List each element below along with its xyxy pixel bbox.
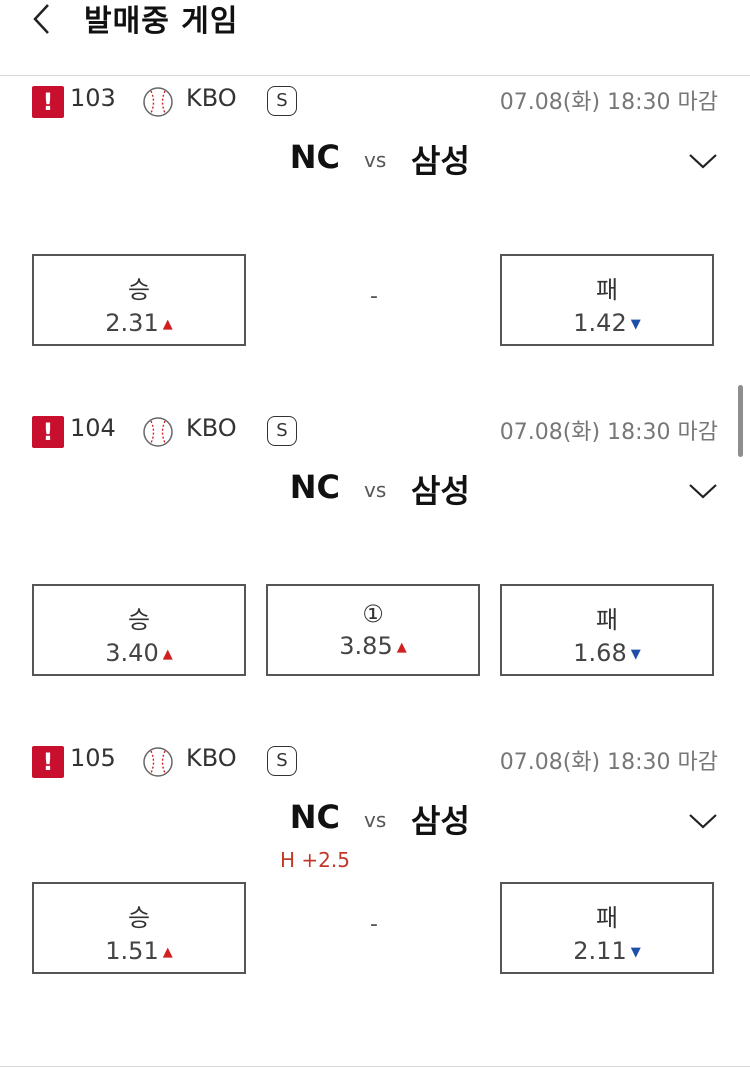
triangle-down-icon: ▼ — [630, 316, 641, 332]
triangle-up-icon: ▲ — [162, 944, 173, 960]
triangle-up-icon: ▲ — [396, 639, 407, 655]
lose-odds-row: 2.11 ▼ — [502, 937, 712, 965]
vs-label: vs — [364, 808, 387, 832]
game-number: 105 — [70, 744, 116, 772]
back-button[interactable] — [28, 2, 58, 36]
baseball-icon — [143, 417, 173, 447]
win-bet-button[interactable]: 승 1.51 ▲ — [32, 882, 246, 974]
triangle-up-icon: ▲ — [162, 316, 173, 332]
home-team: NC — [289, 138, 340, 176]
draw-bet-button[interactable]: ① 3.85 ▲ — [266, 584, 480, 676]
page-title: 발매중 게임 — [84, 4, 239, 39]
win-odds-row: 1.51 ▲ — [34, 937, 244, 965]
win-odds: 2.31 — [105, 309, 159, 337]
s-badge: S — [267, 416, 297, 446]
win-label: 승 — [127, 904, 151, 932]
s-badge: S — [267, 86, 297, 116]
lose-label: 패 — [595, 276, 619, 304]
win-odds: 1.51 — [105, 937, 159, 965]
triangle-down-icon: ▼ — [630, 646, 641, 662]
away-team: 삼성 — [411, 472, 470, 510]
away-team: 삼성 — [411, 802, 470, 840]
lose-bet-button[interactable]: 패 1.42 ▼ — [500, 254, 714, 346]
league-name: KBO — [186, 744, 237, 772]
baseball-icon — [143, 747, 173, 777]
lose-label: 패 — [595, 904, 619, 932]
chevron-down-icon[interactable] — [688, 481, 718, 501]
alert-icon[interactable]: ! — [32, 416, 64, 448]
triangle-up-icon: ▲ — [162, 646, 173, 662]
game-card-103: ! 103 KBO S 07.08(화) 18:30 마감 NC vs 삼성 승… — [0, 76, 750, 407]
deadline: 07.08(화) 18:30 마감 — [499, 750, 718, 775]
lose-bet-button[interactable]: 패 1.68 ▼ — [500, 584, 714, 676]
alert-icon[interactable]: ! — [32, 86, 64, 118]
draw-placeholder: - — [370, 912, 378, 937]
lose-label: 패 — [595, 606, 619, 634]
league-name: KBO — [186, 84, 237, 112]
alert-icon[interactable]: ! — [32, 746, 64, 778]
home-team: NC — [289, 468, 340, 506]
vs-label: vs — [364, 478, 387, 502]
win-odds-row: 2.31 ▲ — [34, 309, 244, 337]
win-bet-button[interactable]: 승 3.40 ▲ — [32, 584, 246, 676]
lose-odds: 1.68 — [573, 639, 627, 667]
lose-odds: 2.11 — [573, 937, 627, 965]
league-name: KBO — [186, 414, 237, 442]
draw-odds: 3.85 — [339, 632, 393, 660]
lose-odds-row: 1.68 ▼ — [502, 639, 712, 667]
game-number: 104 — [70, 414, 116, 442]
win-odds: 3.40 — [105, 639, 159, 667]
win-bet-button[interactable]: 승 2.31 ▲ — [32, 254, 246, 346]
away-team: 삼성 — [411, 142, 470, 180]
scrollbar[interactable] — [738, 385, 743, 457]
game-number: 103 — [70, 84, 116, 112]
draw-placeholder: - — [370, 284, 378, 309]
game-card-105: ! 105 KBO S 07.08(화) 18:30 마감 NC vs 삼성 H… — [0, 736, 750, 1067]
lose-odds-row: 1.42 ▼ — [502, 309, 712, 337]
header: 발매중 게임 — [0, 0, 750, 76]
win-label: 승 — [127, 606, 151, 634]
deadline: 07.08(화) 18:30 마감 — [499, 420, 718, 445]
vs-label: vs — [364, 148, 387, 172]
baseball-icon — [143, 87, 173, 117]
handicap-label: H +2.5 — [280, 848, 350, 872]
draw-label: ① — [362, 600, 384, 628]
chevron-down-icon[interactable] — [688, 811, 718, 831]
home-team: NC — [289, 798, 340, 836]
lose-odds: 1.42 — [573, 309, 627, 337]
triangle-down-icon: ▼ — [630, 944, 641, 960]
win-label: 승 — [127, 276, 151, 304]
chevron-left-icon — [33, 4, 49, 34]
s-badge: S — [267, 746, 297, 776]
game-card-104: ! 104 KBO S 07.08(화) 18:30 마감 NC vs 삼성 승… — [0, 406, 750, 737]
deadline: 07.08(화) 18:30 마감 — [499, 90, 718, 115]
draw-odds-row: 3.85 ▲ — [268, 632, 478, 660]
win-odds-row: 3.40 ▲ — [34, 639, 244, 667]
chevron-down-icon[interactable] — [688, 151, 718, 171]
lose-bet-button[interactable]: 패 2.11 ▼ — [500, 882, 714, 974]
